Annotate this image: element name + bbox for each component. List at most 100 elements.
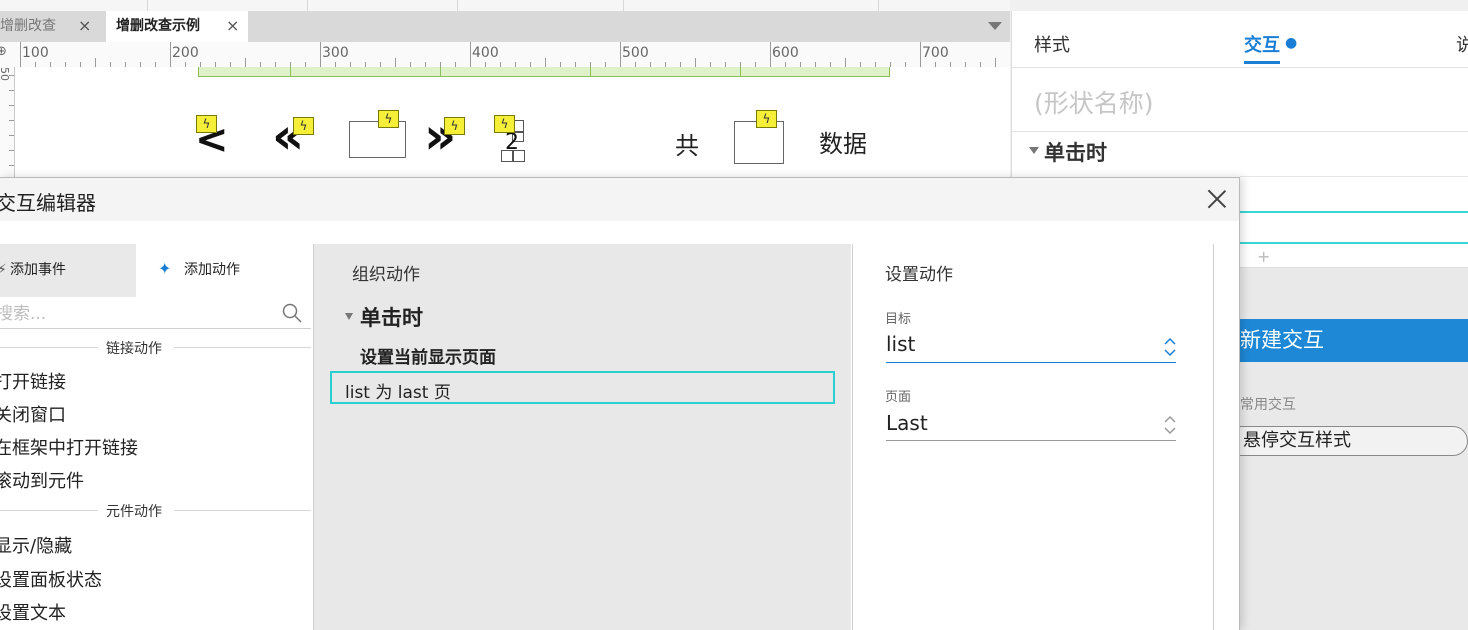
tab-add-event-label: 添加事件	[10, 262, 66, 278]
action-item-set-text[interactable]: 设置文本	[0, 599, 66, 625]
hover-style-button[interactable]: 悬停交互样式	[1226, 426, 1468, 456]
tab-add-action[interactable]: ✦ 添加动作	[136, 244, 313, 297]
target-label: 目标	[885, 312, 912, 327]
action-item-open-in-frame[interactable]: 在框架中打开链接	[0, 434, 138, 460]
collapse-triangle-icon[interactable]	[1029, 147, 1039, 154]
selected-action-row[interactable]: list 为 last 页	[330, 371, 835, 404]
updown-arrows-icon[interactable]	[1164, 336, 1176, 358]
configure-action-title: 设置动作	[885, 265, 953, 285]
section-header-link-actions: 链接动作	[0, 337, 311, 357]
total-label: 共	[675, 132, 699, 160]
ruler-tick	[395, 58, 396, 67]
action-item-scroll-to-widget[interactable]: 滚动到元件	[0, 467, 84, 493]
tab-label: 增删改查示例	[116, 18, 200, 34]
ruler-tick	[9, 165, 14, 166]
page-select[interactable]: Last	[886, 408, 1176, 441]
lightning-icon: ϟ	[494, 115, 515, 133]
ruler-tick	[845, 58, 846, 67]
close-icon[interactable]	[1206, 188, 1228, 210]
action-item-open-link[interactable]: 打开链接	[0, 368, 66, 394]
action-item-close-window[interactable]: 关闭窗口	[0, 401, 66, 427]
tab-add-action-label: 添加动作	[184, 262, 240, 278]
interaction-action-row[interactable]	[1240, 210, 1468, 244]
collapse-triangle-icon[interactable]	[345, 313, 353, 320]
lightning-icon: ϟ	[196, 115, 217, 133]
vertical-ruler: 50	[0, 67, 15, 178]
lightning-icon: ⚡	[0, 262, 7, 278]
lightning-icon: ϟ	[444, 117, 465, 135]
ruler-tick	[9, 120, 14, 121]
ruler-label: 100	[22, 45, 49, 61]
shape-name-field[interactable]: (形状名称)	[1034, 84, 1154, 120]
target-value: list	[886, 332, 916, 356]
ruler-tick	[9, 135, 14, 136]
sparkle-icon: ✦	[158, 259, 172, 278]
ruler-tick	[470, 42, 471, 67]
organize-actions-panel: 组织动作 单击时 设置当前显示页面 list 为 last 页	[314, 244, 851, 630]
modified-dot-icon: ●	[1285, 35, 1298, 51]
ruler-label: 500	[622, 45, 649, 61]
last-page-number: 2	[505, 130, 519, 155]
tab-notes[interactable]: 说	[1456, 31, 1468, 57]
tab-style[interactable]: 样式	[1034, 31, 1070, 57]
dialog-title: 交互编辑器	[0, 191, 96, 215]
search-row	[0, 299, 311, 329]
page-value: Last	[886, 411, 928, 435]
event-onclick-label[interactable]: 单击时	[1044, 137, 1107, 167]
search-input[interactable]	[0, 301, 268, 327]
data-label: 数据	[819, 130, 867, 158]
ruler-tick	[920, 42, 921, 67]
action-item-set-panel-state[interactable]: 设置面板状态	[0, 566, 102, 592]
ruler-tick	[620, 42, 621, 67]
event-onclick[interactable]: 单击时	[360, 302, 423, 332]
tab-add-event[interactable]: ⚡ 添加事件	[0, 244, 136, 297]
ruler-tick	[545, 58, 546, 67]
section-title: 链接动作	[106, 341, 162, 357]
section-header-widget-actions: 元件动作	[0, 500, 311, 520]
tab-crud[interactable]: 增删改查 ×	[0, 11, 105, 42]
vertical-ruler-label: 50	[0, 67, 11, 81]
action-set-current-page[interactable]: 设置当前显示页面	[360, 343, 496, 368]
updown-arrows-icon[interactable]	[1164, 414, 1176, 436]
action-library: ⚡ 添加事件 ✦ 添加动作 链接动作 打开链接 关闭窗口 在框架中打开链接 滚动…	[0, 244, 314, 630]
ruler-tick	[245, 58, 246, 67]
tab-dropdown-icon[interactable]	[988, 22, 1002, 30]
divider	[1012, 131, 1468, 132]
action-detail-text: list 为 last 页	[345, 383, 451, 403]
tab-label: 增删改查	[0, 18, 56, 34]
dialog-titlebar: 交互编辑器	[0, 178, 1239, 221]
ruler-label: 200	[172, 45, 199, 61]
lightning-icon: ϟ	[293, 117, 314, 135]
ruler-origin-icon: ⊕	[0, 44, 7, 59]
repeater-table[interactable]	[198, 67, 890, 77]
inspector-tabs: 样式 交互 ● 说	[1012, 11, 1468, 68]
new-interaction-button[interactable]: 新建交互	[1240, 319, 1468, 362]
tab-interaction[interactable]: 交互	[1244, 31, 1280, 64]
action-item-show-hide[interactable]: 显示/隐藏	[0, 532, 72, 558]
configure-action-panel: 设置动作 目标 list 页面 Last	[852, 244, 1214, 630]
tab-crud-example[interactable]: 增删改查示例 ×	[106, 11, 248, 42]
document-tab-bar: 增删改查 × 增删改查示例 ×	[0, 11, 1010, 42]
add-action-icon[interactable]: +	[1257, 247, 1270, 266]
ruler-label: 400	[472, 45, 499, 61]
ruler-tick	[9, 90, 14, 91]
ruler-tick	[95, 58, 96, 67]
ruler-tick	[9, 150, 14, 151]
tab-close-icon[interactable]: ×	[226, 11, 239, 41]
organize-actions-title: 组织动作	[352, 265, 420, 285]
section-title: 元件动作	[106, 504, 162, 520]
ruler-tick	[170, 42, 171, 67]
ruler-tick	[995, 58, 996, 67]
interaction-editor-dialog: 交互编辑器 ⚡ 添加事件 ✦ 添加动作 链接动作 打开链接 关闭窗口 在框架中打…	[0, 177, 1240, 630]
ruler-label: 300	[322, 45, 349, 61]
common-interactions-label: 常用交互	[1240, 397, 1296, 413]
ruler-tick	[320, 42, 321, 67]
ruler-tick	[770, 42, 771, 67]
page-label: 页面	[885, 390, 912, 405]
interaction-case-row[interactable]	[1240, 176, 1468, 213]
ruler-label: 700	[922, 45, 949, 61]
search-icon[interactable]	[282, 303, 302, 323]
target-select[interactable]: list	[886, 330, 1176, 363]
tab-close-icon[interactable]: ×	[78, 11, 91, 41]
ruler-tick	[20, 42, 21, 67]
